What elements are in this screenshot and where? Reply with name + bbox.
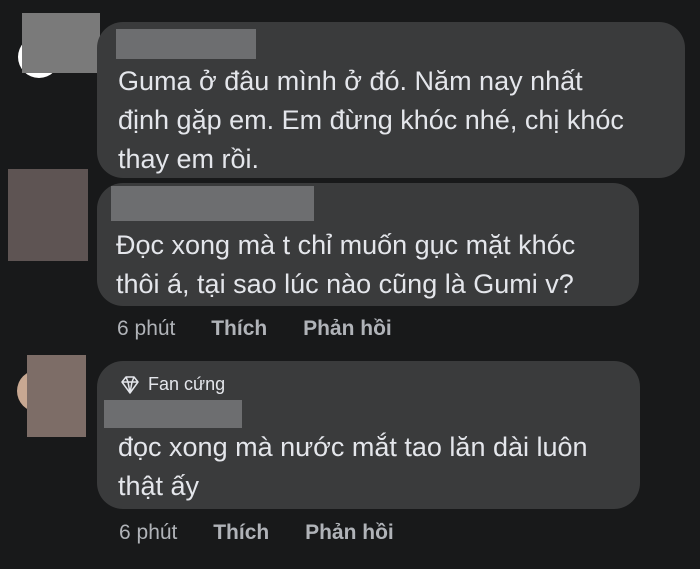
diamond-icon — [121, 375, 139, 394]
comment-text-line: thật ấy — [118, 471, 200, 501]
comment-timestamp[interactable]: 6 phút — [119, 521, 177, 544]
comment-text: Guma ở đâu mình ở đó. Năm nay nhất định … — [118, 62, 624, 179]
avatar[interactable] — [8, 169, 88, 261]
author-name-redacted[interactable] — [111, 186, 314, 221]
comment-meta: 6 phút Thích Phản hồi — [119, 521, 424, 545]
fan-badge[interactable]: Fan cứng — [120, 374, 225, 395]
like-button[interactable]: Thích — [213, 521, 269, 544]
comment-text-line: thay em rồi. — [118, 144, 260, 174]
reply-button[interactable]: Phản hồi — [303, 317, 392, 340]
avatar[interactable] — [27, 355, 86, 437]
comment-text-line: Guma ở đâu mình ở đó. Năm nay nhất — [118, 66, 583, 96]
like-button[interactable]: Thích — [211, 317, 267, 340]
comment-meta: 6 phút Thích Phản hồi — [117, 317, 422, 341]
comment-text: đọc xong mà nước mắt tao lăn dài luôn th… — [118, 428, 588, 506]
author-name-redacted[interactable] — [104, 400, 242, 428]
comment-thread: Guma ở đâu mình ở đó. Năm nay nhất định … — [0, 0, 700, 569]
comment-text-line: đọc xong mà nước mắt tao lăn dài luôn — [118, 432, 588, 462]
avatar[interactable] — [22, 13, 100, 73]
author-name-redacted[interactable] — [116, 29, 256, 59]
comment-text-line: định gặp em. Em đừng khóc nhé, chị khóc — [118, 105, 624, 135]
badge-label: Fan cứng — [148, 374, 226, 394]
reply-button[interactable]: Phản hồi — [305, 521, 394, 544]
comment-timestamp[interactable]: 6 phút — [117, 317, 175, 340]
comment-text: Đọc xong mà t chỉ muốn gục mặt khóc thôi… — [116, 226, 575, 304]
comment-text-line: thôi á, tại sao lúc nào cũng là Gumi v? — [116, 269, 574, 299]
comment-text-line: Đọc xong mà t chỉ muốn gục mặt khóc — [116, 230, 576, 260]
